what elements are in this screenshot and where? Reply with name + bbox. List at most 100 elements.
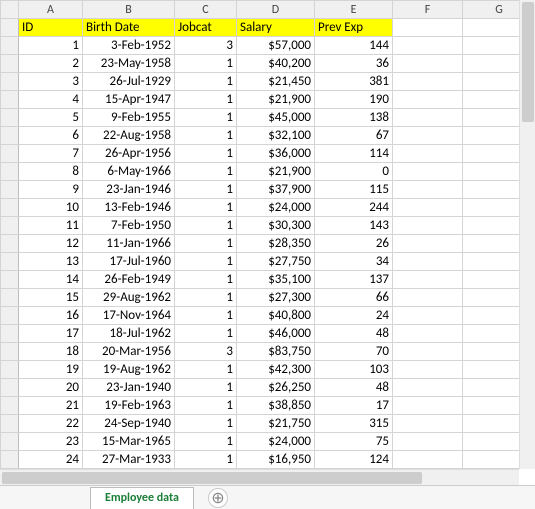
cell[interactable]: 13-Feb-1946 (83, 199, 175, 217)
cell[interactable]: 4 (19, 91, 83, 109)
cell[interactable]: 1 (175, 163, 237, 181)
cell[interactable]: 1 (175, 109, 237, 127)
cell[interactable]: 17-Nov-1964 (83, 307, 175, 325)
cell[interactable] (393, 163, 463, 181)
cell[interactable]: 27-Mar-1933 (83, 451, 175, 469)
cell[interactable]: 315 (315, 415, 393, 433)
cell[interactable]: $21,900 (237, 91, 315, 109)
cell[interactable]: 26-Feb-1949 (83, 271, 175, 289)
row-header[interactable] (1, 55, 19, 73)
row-header[interactable] (1, 379, 19, 397)
cell[interactable] (393, 235, 463, 253)
col-header-D[interactable]: D (237, 1, 315, 19)
row-header[interactable] (1, 361, 19, 379)
cell[interactable]: 17 (19, 325, 83, 343)
cell[interactable]: 14 (19, 271, 83, 289)
cell[interactable] (393, 289, 463, 307)
cell[interactable]: $57,000 (237, 37, 315, 55)
cell[interactable]: 1 (175, 127, 237, 145)
cell[interactable]: 12 (19, 235, 83, 253)
cell[interactable] (393, 379, 463, 397)
cell[interactable]: 1 (175, 361, 237, 379)
row-header[interactable] (1, 235, 19, 253)
cell[interactable] (393, 19, 463, 37)
cell[interactable]: 15-Apr-1947 (83, 91, 175, 109)
cell[interactable]: 124 (315, 451, 393, 469)
cell[interactable]: 3 (19, 73, 83, 91)
cell[interactable]: $40,800 (237, 307, 315, 325)
cell[interactable] (393, 37, 463, 55)
horizontal-scrollbar[interactable] (0, 469, 519, 485)
cell[interactable]: 24 (315, 307, 393, 325)
cell[interactable]: 9 (19, 181, 83, 199)
row-header[interactable] (1, 145, 19, 163)
cell[interactable]: 36 (315, 55, 393, 73)
cell[interactable]: 244 (315, 199, 393, 217)
row-header[interactable] (1, 217, 19, 235)
cell[interactable] (393, 181, 463, 199)
cell[interactable]: 114 (315, 145, 393, 163)
cell[interactable]: 1 (175, 73, 237, 91)
row-header[interactable] (1, 163, 19, 181)
cell[interactable]: 19 (19, 361, 83, 379)
cell[interactable]: $83,750 (237, 343, 315, 361)
cell[interactable]: $42,300 (237, 361, 315, 379)
cell[interactable]: 1 (175, 415, 237, 433)
cell[interactable]: 103 (315, 361, 393, 379)
row-header[interactable] (1, 397, 19, 415)
spreadsheet-grid[interactable]: A B C D E F G IDBirth DateJobcatSalaryPr… (0, 0, 535, 485)
cell[interactable]: $24,000 (237, 199, 315, 217)
cell[interactable]: 115 (315, 181, 393, 199)
cell[interactable]: 15-Mar-1965 (83, 433, 175, 451)
cell[interactable] (393, 433, 463, 451)
cell[interactable] (393, 451, 463, 469)
cell[interactable] (393, 109, 463, 127)
cell[interactable] (393, 73, 463, 91)
cell[interactable] (393, 145, 463, 163)
cell[interactable]: 6-May-1966 (83, 163, 175, 181)
cell[interactable]: $30,300 (237, 217, 315, 235)
cell[interactable]: 13 (19, 253, 83, 271)
cell[interactable]: 1 (175, 379, 237, 397)
cell[interactable]: 48 (315, 379, 393, 397)
cell[interactable]: 11-Jan-1966 (83, 235, 175, 253)
cell[interactable]: 17 (315, 397, 393, 415)
cell[interactable]: 1 (175, 145, 237, 163)
cell[interactable]: 381 (315, 73, 393, 91)
cell[interactable]: $46,000 (237, 325, 315, 343)
cell[interactable] (393, 343, 463, 361)
cell[interactable]: 1 (175, 397, 237, 415)
col-header-F[interactable]: F (393, 1, 463, 19)
row-header[interactable] (1, 415, 19, 433)
cell[interactable]: 1 (175, 91, 237, 109)
cell[interactable]: 1 (175, 235, 237, 253)
cell[interactable]: 143 (315, 217, 393, 235)
cell[interactable]: 1 (175, 451, 237, 469)
cell[interactable]: 75 (315, 433, 393, 451)
cell[interactable]: 3 (175, 343, 237, 361)
row-header[interactable] (1, 271, 19, 289)
cell[interactable]: 18-Jul-1962 (83, 325, 175, 343)
col-header-E[interactable]: E (315, 1, 393, 19)
cell[interactable]: $32,100 (237, 127, 315, 145)
cell[interactable]: $37,900 (237, 181, 315, 199)
add-sheet-button[interactable]: ⊕ (208, 488, 228, 508)
cell[interactable]: 1 (175, 325, 237, 343)
cell[interactable]: 17-Jul-1960 (83, 253, 175, 271)
row-header[interactable] (1, 91, 19, 109)
header-cell[interactable]: Prev Exp (315, 19, 393, 37)
cell[interactable]: 16 (19, 307, 83, 325)
col-header-A[interactable]: A (19, 1, 83, 19)
cell[interactable]: $16,950 (237, 451, 315, 469)
cell[interactable]: 1 (175, 271, 237, 289)
cell[interactable]: 22 (19, 415, 83, 433)
row-header[interactable] (1, 181, 19, 199)
header-cell[interactable]: ID (19, 19, 83, 37)
row-header[interactable] (1, 253, 19, 271)
cell[interactable]: 2 (19, 55, 83, 73)
cell[interactable]: 3 (175, 37, 237, 55)
cell[interactable]: 1 (175, 199, 237, 217)
cell[interactable] (393, 127, 463, 145)
cell[interactable]: 34 (315, 253, 393, 271)
cell[interactable]: 66 (315, 289, 393, 307)
